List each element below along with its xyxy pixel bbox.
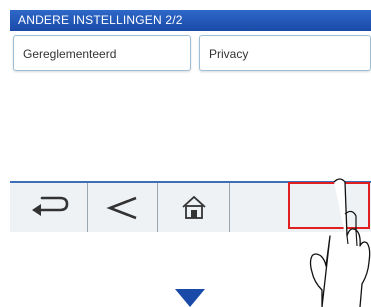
down-arrow-icon (175, 289, 205, 307)
option-privacy-button[interactable]: Privacy (199, 35, 371, 71)
previous-button[interactable] (88, 183, 158, 232)
back-button[interactable] (10, 183, 88, 232)
chevron-left-icon (106, 196, 137, 220)
option-label: Privacy (209, 47, 249, 61)
home-icon (182, 195, 206, 219)
pointing-hand-icon (309, 178, 371, 307)
back-return-icon (32, 196, 69, 216)
page-title: ANDERE INSTELLINGEN 2/2 (18, 13, 183, 27)
home-button[interactable] (158, 183, 230, 232)
menu-area: Gereglementeerd Privacy (10, 31, 371, 181)
title-bar: ANDERE INSTELLINGEN 2/2 (10, 10, 371, 31)
option-gereglementeerd-button[interactable]: Gereglementeerd (13, 35, 191, 71)
option-label: Gereglementeerd (23, 47, 117, 61)
